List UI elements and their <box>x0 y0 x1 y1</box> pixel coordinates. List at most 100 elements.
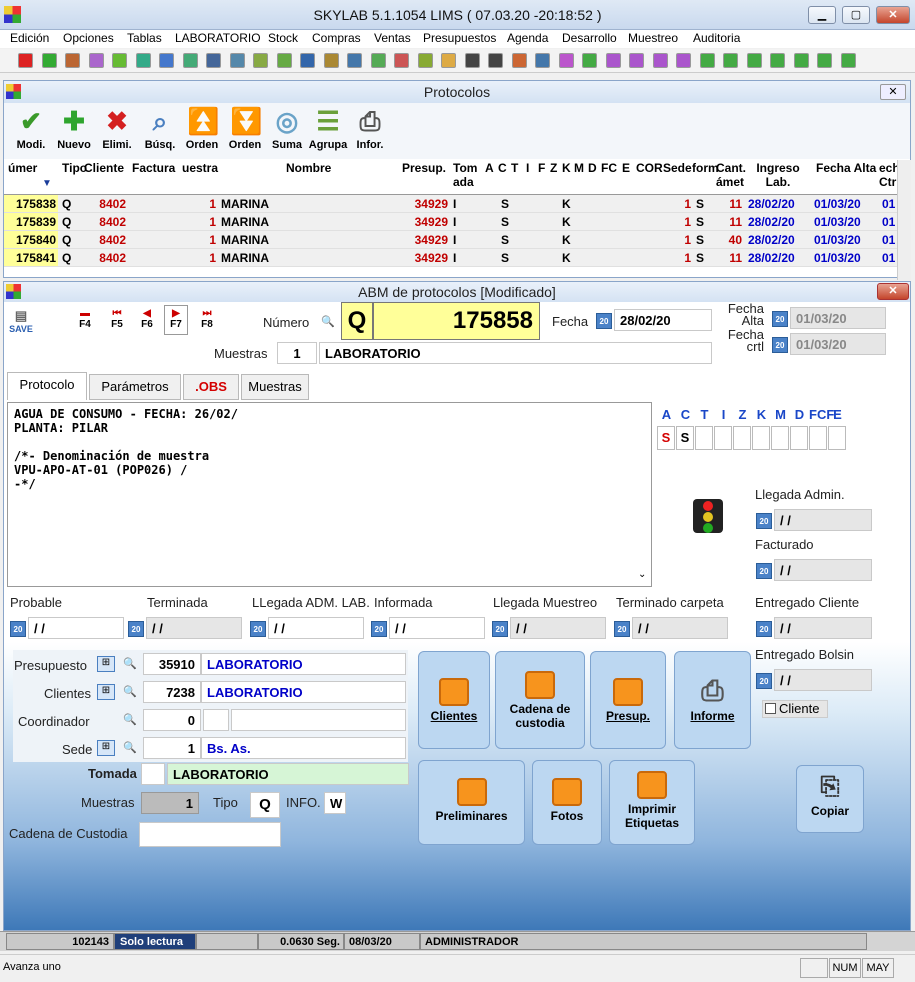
toolbar-icon[interactable] <box>441 53 456 68</box>
nav-f8-button[interactable]: ⏭ F8 <box>198 308 216 330</box>
toolbar-icon[interactable] <box>582 53 597 68</box>
tomada-code-field[interactable] <box>141 763 165 785</box>
toolbar-icon[interactable] <box>793 53 809 68</box>
col-d[interactable]: D <box>588 161 597 175</box>
info-field[interactable]: W <box>324 792 346 814</box>
main-scrollbar[interactable] <box>897 160 911 280</box>
col-factura[interactable]: Factura <box>132 161 175 175</box>
close-button[interactable]: ✕ <box>876 6 910 24</box>
toolbar-icon[interactable] <box>323 53 339 68</box>
toolbar-icon[interactable] <box>652 53 668 68</box>
clientes-add-icon[interactable]: ⊞ <box>97 684 115 700</box>
clientes-action-button[interactable]: Clientes <box>418 651 490 749</box>
table-row[interactable]: 175839 Q 8402 1 MARINA 34929 I S K 1 S 11 28/02/20 01… <box>4 213 910 231</box>
col-cor[interactable]: COR <box>636 161 663 175</box>
toolbar-icon[interactable] <box>370 53 386 68</box>
menu-stock[interactable]: Stock <box>268 31 298 45</box>
date-field[interactable]: / / <box>28 617 124 639</box>
calendar-icon[interactable]: 20 <box>10 621 26 637</box>
sum-button[interactable]: ◎ Suma <box>267 105 307 151</box>
table-row[interactable]: 175840 Q 8402 1 MARINA 34929 I S K 1 S 40 28/02/20 01… <box>4 231 910 249</box>
toolbar-icon[interactable] <box>417 53 433 68</box>
menu-opciones[interactable]: Opciones <box>63 31 114 45</box>
new-button[interactable]: ✚ Nuevo <box>54 105 94 151</box>
menu-agenda[interactable]: Agenda <box>507 31 548 45</box>
calendar-icon[interactable]: 20 <box>371 621 387 637</box>
col-fecha-alta[interactable]: Fecha Alta <box>816 161 876 175</box>
toolbar-icon[interactable] <box>746 53 762 68</box>
flag-cell[interactable] <box>714 426 732 450</box>
date-field[interactable]: / / <box>389 617 485 639</box>
menu-muestreo[interactable]: Muestreo <box>628 31 678 45</box>
col-sede[interactable]: Sede <box>663 161 692 175</box>
facturado-calendar-icon[interactable]: 20 <box>756 563 772 579</box>
menu-laboratorio[interactable]: LABORATORIO <box>175 31 261 45</box>
toolbar-icon[interactable] <box>253 53 268 68</box>
toolbar-icon[interactable] <box>770 53 785 68</box>
flag-cell[interactable] <box>828 426 846 450</box>
col-form[interactable]: form <box>692 161 719 175</box>
protocolos-close-button[interactable]: ✕ <box>880 84 906 100</box>
date-field[interactable]: / / <box>632 617 728 639</box>
col-i[interactable]: I <box>526 161 529 175</box>
sede-search-icon[interactable]: 🔍 <box>123 741 137 755</box>
llegada-admin-field[interactable]: / / <box>774 509 872 531</box>
table-row[interactable]: 175838 Q 8402 1 MARINA 34929 I S K 1 S 11 28/02/20 01… <box>4 195 910 213</box>
toolbar-icon[interactable] <box>159 53 174 68</box>
facturado-field[interactable]: / / <box>774 559 872 581</box>
fecha-alta-calendar-icon[interactable]: 20 <box>772 311 788 327</box>
modify-button[interactable]: ✔ Modi. <box>11 105 51 151</box>
col-presup[interactable]: Presup. <box>402 161 446 175</box>
numero-field[interactable]: 175858 <box>373 302 540 340</box>
toolbar-icon[interactable] <box>840 53 856 68</box>
menu-desarrollo[interactable]: Desarrollo <box>562 31 617 45</box>
presup-action-button[interactable]: Presup. <box>590 651 666 749</box>
col-f[interactable]: F <box>538 161 545 175</box>
flag-cell[interactable] <box>752 426 770 450</box>
col-numero[interactable]: úmer <box>8 161 37 175</box>
col-cant[interactable]: Cant. ámet <box>716 161 750 189</box>
col-e[interactable]: E <box>622 161 630 175</box>
flag-cell[interactable] <box>809 426 827 450</box>
col-nombre[interactable]: Nombre <box>286 161 331 175</box>
menu-auditoria[interactable]: Auditoria <box>693 31 740 45</box>
entregado-bolsin-field[interactable]: / / <box>774 669 872 691</box>
nav-f6-button[interactable]: ◀ F6 <box>138 308 156 330</box>
chevron-down-icon[interactable]: ⌄ <box>638 569 646 580</box>
col-k[interactable]: K <box>562 161 571 175</box>
tab-protocolo[interactable]: Protocolo <box>7 372 87 400</box>
toolbar-icon[interactable] <box>511 53 527 68</box>
toolbar-icon[interactable] <box>135 53 151 68</box>
toolbar-icon[interactable] <box>464 53 480 68</box>
toolbar-icon[interactable] <box>182 53 198 68</box>
fecha-crtl-calendar-icon[interactable]: 20 <box>772 337 788 353</box>
menu-ventas[interactable]: Ventas <box>374 31 411 45</box>
informe-action-button[interactable]: ⎙ Informe <box>674 651 751 749</box>
col-fc[interactable]: FC <box>601 161 617 175</box>
toolbar-icon[interactable] <box>229 53 245 68</box>
llegada-admin-calendar-icon[interactable]: 20 <box>756 513 772 529</box>
toolbar-icon[interactable] <box>300 53 315 68</box>
cadena-action-button[interactable]: Cadena de custodia <box>495 651 585 749</box>
toolbar-icon[interactable] <box>605 53 621 68</box>
toolbar-icon[interactable] <box>394 53 409 68</box>
imprimir-etiquetas-button[interactable]: Imprimir Etiquetas <box>609 760 695 845</box>
tab-obs[interactable]: .OBS <box>183 374 239 400</box>
calendar-icon[interactable]: 20 <box>128 621 144 637</box>
group-button[interactable]: ☰ Agrupa <box>308 105 348 151</box>
fotos-action-button[interactable]: Fotos <box>532 760 602 845</box>
entregado-cliente-calendar-icon[interactable]: 20 <box>756 621 772 637</box>
maximize-button[interactable]: ▢ <box>842 6 870 24</box>
toolbar-icon[interactable] <box>347 53 362 68</box>
nav-f7-button[interactable]: ▶ F7 <box>164 305 188 335</box>
toolbar-icon[interactable] <box>699 53 715 68</box>
toolbar-icon[interactable] <box>65 53 80 68</box>
muestras-lab-field[interactable]: LABORATORIO <box>319 342 712 364</box>
sede-add-icon[interactable]: ⊞ <box>97 740 115 756</box>
col-m[interactable]: M <box>574 161 584 175</box>
fecha-field[interactable]: 28/02/20 <box>614 309 712 331</box>
tipo-select[interactable]: Q <box>250 792 280 818</box>
nav-f4-button[interactable]: ▬ F4 <box>76 308 94 330</box>
preliminares-action-button[interactable]: Preliminares <box>418 760 525 845</box>
sort-up-button[interactable]: ⏫ Orden <box>182 105 222 151</box>
